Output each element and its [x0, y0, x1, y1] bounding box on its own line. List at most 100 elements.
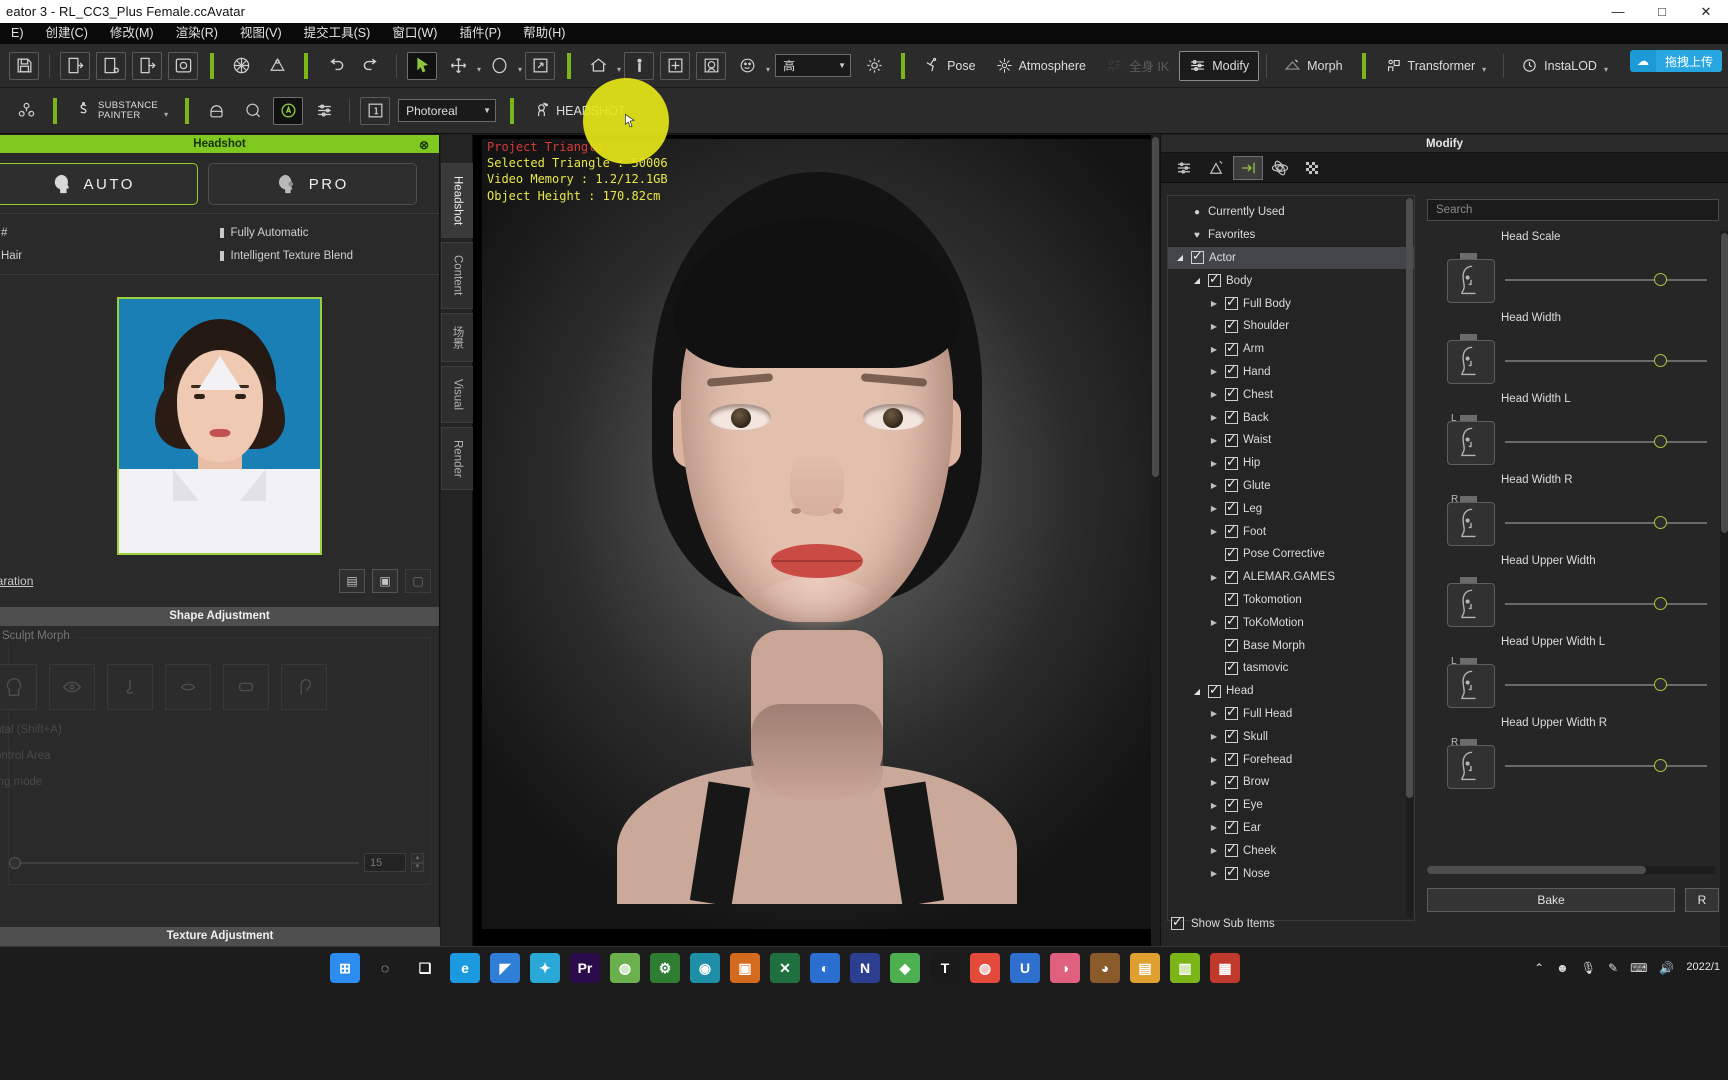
modify-tree-panel[interactable]: ● Currently Used ♥ Favorites ◢ Actor ◢ Body ▶ Ful… — [1167, 195, 1415, 921]
tree-checkbox[interactable] — [1225, 590, 1238, 607]
physics-tab-icon[interactable] — [1265, 156, 1295, 180]
mode-auto-button[interactable]: AUTO — [0, 163, 198, 205]
load-image-icon[interactable]: ▤ — [339, 569, 365, 593]
transformer-caret-icon[interactable]: ▾ — [1482, 65, 1486, 74]
chevron-right-icon[interactable]: ▶ — [1208, 413, 1220, 422]
app-cyan-icon[interactable]: ◉ — [690, 953, 720, 983]
upload-pill[interactable]: ☁ 拖拽上传 — [1629, 50, 1722, 72]
close-button[interactable]: ✕ — [1684, 0, 1728, 23]
app-indigo-icon[interactable]: N — [850, 953, 880, 983]
tree-row[interactable]: ▶ Glute — [1168, 475, 1414, 498]
tree-checkbox[interactable] — [1225, 545, 1238, 561]
preview-icon[interactable] — [168, 51, 198, 80]
tree-checkbox[interactable] — [1208, 271, 1221, 288]
bake-button[interactable]: Bake — [1427, 888, 1675, 912]
menu-item-tools[interactable]: 提交工具(S) — [293, 23, 382, 44]
home-icon[interactable] — [583, 52, 613, 80]
menu-item-view[interactable]: 视图(V) — [229, 23, 293, 44]
save-icon[interactable] — [9, 51, 39, 80]
tree-row[interactable]: Tokomotion — [1168, 589, 1414, 612]
smart-hair-icon[interactable] — [201, 97, 231, 125]
tree-row[interactable]: ▶ Foot — [1168, 520, 1414, 543]
premiere-icon[interactable]: Pr — [570, 953, 600, 983]
chevron-right-icon[interactable]: ▶ — [1208, 801, 1220, 810]
tree-checkbox[interactable] — [1225, 408, 1238, 425]
tree-checkbox[interactable] — [1225, 522, 1238, 539]
fit-all-icon[interactable] — [660, 51, 691, 80]
sculpt-slider-stepper[interactable]: ▲ ▼ — [411, 853, 424, 872]
chevron-right-icon[interactable]: ▶ — [1208, 755, 1220, 764]
tree-checkbox[interactable] — [1225, 385, 1238, 402]
tree-row[interactable]: ▶ Hip — [1168, 452, 1414, 475]
chevron-right-icon[interactable]: ▶ — [1208, 299, 1220, 308]
transform-tab-icon[interactable] — [1233, 155, 1263, 180]
face-preview-icon[interactable] — [1447, 583, 1495, 627]
tree-row[interactable]: ▶ Waist — [1168, 429, 1414, 452]
keyboard-icon[interactable]: ⌨ — [1630, 961, 1647, 975]
character-creator-icon[interactable] — [11, 97, 41, 125]
morph-tab-icon[interactable] — [1201, 156, 1231, 180]
tree-checkbox[interactable] — [1225, 317, 1238, 333]
tree-checkbox[interactable] — [1225, 773, 1238, 789]
light-icon[interactable] — [859, 52, 889, 80]
volume-icon[interactable]: 🔊 — [1659, 961, 1674, 975]
tree-checkbox[interactable] — [1225, 454, 1238, 470]
geometry-icon[interactable] — [226, 52, 256, 80]
tree-checkbox[interactable] — [1225, 818, 1238, 835]
chevron-right-icon[interactable]: ▶ — [1208, 322, 1220, 331]
export-icon[interactable] — [132, 51, 162, 80]
app-dark-icon[interactable]: T — [930, 953, 960, 983]
mic-icon[interactable]: 🎙 — [1581, 961, 1596, 975]
app-green-icon[interactable]: ◆ — [890, 953, 920, 983]
vtab-render[interactable]: Render — [441, 426, 473, 491]
app-orange-icon[interactable]: ▣ — [730, 953, 760, 983]
chevron-right-icon[interactable]: ▶ — [1208, 481, 1220, 490]
settings-green-icon[interactable]: ⚙ — [650, 953, 680, 983]
tree-checkbox[interactable] — [1225, 704, 1238, 721]
tree-row[interactable]: ▶ Hand — [1168, 361, 1414, 384]
tree-row[interactable]: tasmovic — [1168, 657, 1414, 680]
sculpt-nose-icon[interactable] — [107, 664, 153, 710]
chevron-right-icon[interactable]: ▶ — [1208, 459, 1220, 468]
sculpt-jaw-icon[interactable] — [223, 664, 269, 710]
tree-row[interactable]: ▶ Arm — [1168, 338, 1414, 361]
tree-checkbox[interactable] — [1208, 682, 1221, 698]
frame-number-icon[interactable] — [360, 96, 391, 125]
tree-row[interactable]: ▶ Shoulder — [1168, 315, 1414, 338]
tree-row[interactable]: ▶ Chest — [1168, 383, 1414, 406]
menu-item-e[interactable]: E) — [0, 23, 35, 44]
instalod-button[interactable]: InstaLOD ▾ — [1511, 51, 1618, 81]
sculpt-slider-knob[interactable] — [9, 856, 21, 869]
app-blue-icon[interactable]: ◤ — [490, 953, 520, 983]
sculpt-mouth-icon[interactable] — [165, 664, 211, 710]
tree-row[interactable]: ▶ Full Head — [1168, 703, 1414, 726]
tree-row[interactable]: ▶ Brow — [1168, 771, 1414, 794]
tree-row[interactable]: ▶ Skull — [1168, 725, 1414, 748]
texture-adjustment-header[interactable]: Texture Adjustment — [0, 927, 440, 946]
chevron-down-icon[interactable]: ◢ — [1174, 253, 1186, 262]
tree-row[interactable]: Pose Corrective — [1168, 543, 1414, 566]
face-preview-icon[interactable] — [1447, 421, 1495, 465]
tree-row[interactable]: ▶ Leg — [1168, 497, 1414, 520]
transformer-button[interactable]: Transformer ▾ — [1375, 51, 1497, 81]
chevron-right-icon[interactable]: ▶ — [1208, 390, 1220, 399]
viewport-3d[interactable]: Project Triangle : Selected Triangle : 5… — [473, 135, 1160, 946]
tree-row[interactable]: ♥ Favorites — [1168, 224, 1414, 247]
slider-horizontal-scrollbar[interactable] — [1427, 866, 1715, 874]
vtab-visual[interactable]: Visual — [441, 365, 473, 423]
tree-row[interactable]: ▶ ToKoMotion — [1168, 611, 1414, 634]
chevron-right-icon[interactable]: ▶ — [1208, 573, 1220, 582]
chrome-icon[interactable]: ◍ — [970, 953, 1000, 983]
sculpt-eye-icon[interactable] — [49, 664, 95, 710]
tree-scrollbar[interactable] — [1406, 198, 1413, 918]
slider-track[interactable] — [1505, 273, 1707, 286]
app-brown-icon[interactable]: ◕ — [1090, 953, 1120, 983]
show-sub-items-checkbox[interactable] — [1171, 914, 1184, 930]
sculpt-ear-icon[interactable] — [281, 664, 327, 710]
pose-button[interactable]: Pose — [914, 51, 986, 81]
chevron-down-icon[interactable]: ◢ — [1191, 276, 1203, 285]
move-icon[interactable] — [443, 52, 473, 80]
vtab-scene[interactable]: 场景 — [441, 312, 473, 362]
menu-item-plugins[interactable]: 插件(P) — [448, 23, 512, 44]
menu-item-window[interactable]: 窗口(W) — [381, 23, 448, 44]
